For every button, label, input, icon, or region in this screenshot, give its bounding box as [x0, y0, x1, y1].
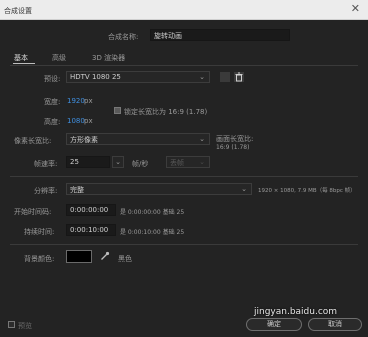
preset-value: HDTV 1080 25 [70, 73, 121, 81]
duration-label: 持续时间: [24, 228, 55, 236]
width-value[interactable]: 1920 [67, 97, 85, 105]
drop-frame-dropdown[interactable]: 丢帧 ⌄ [166, 156, 210, 168]
frame-rate-dropdown[interactable]: ⌄ [112, 156, 124, 168]
bg-color-label: 背景颜色: [24, 255, 55, 263]
frame-rate-value: 25 [70, 158, 79, 166]
close-icon[interactable]: ✕ [351, 3, 360, 15]
pixel-aspect-value: 方形像素 [70, 136, 98, 144]
tab-3d-renderer[interactable]: 3D 渲染器 [92, 53, 125, 63]
duration-value: 0:00:10:00 [70, 226, 109, 234]
resolution-info: 1920 × 1080, 7.9 MB（每 8bpc 帧） [258, 188, 356, 194]
window-title: 合成设置 [4, 7, 32, 15]
frame-rate-input[interactable]: 25 [66, 156, 110, 168]
frame-aspect-label: 画面长宽比: [216, 135, 254, 143]
cancel-button-label: 取消 [328, 320, 342, 328]
width-unit: px [84, 97, 93, 105]
ok-button[interactable]: 确定 [246, 318, 302, 331]
lock-aspect-label: 锁定长宽比为 16:9 (1.78) [124, 108, 208, 116]
height-value[interactable]: 1080 [67, 117, 85, 125]
start-timecode-label: 开始时间码: [14, 208, 52, 216]
pixel-aspect-dropdown[interactable]: 方形像素 ⌄ [66, 133, 210, 145]
cancel-button[interactable]: 取消 [308, 318, 362, 331]
watermark: jingyan.baidu.com [254, 307, 338, 317]
width-label: 宽度: [44, 98, 61, 106]
resolution-dropdown[interactable]: 完整 ⌄ [66, 183, 252, 195]
comp-name-label: 合成名称: [108, 33, 139, 41]
chevron-down-icon: ⌄ [115, 158, 121, 166]
resolution-label: 分辨率: [34, 187, 58, 195]
preset-label: 预设: [44, 75, 61, 83]
delete-preset-icon[interactable] [234, 72, 244, 82]
title-bar: 合成设置 ✕ [0, 0, 368, 20]
resolution-value: 完整 [70, 186, 84, 194]
preview-checkbox[interactable] [8, 321, 15, 328]
section-divider [10, 244, 358, 245]
chevron-down-icon: ⌄ [199, 73, 205, 81]
preview-label: 预览 [18, 322, 32, 330]
eyedropper-icon[interactable] [100, 251, 110, 261]
start-timecode-info: 是 0:00:00:00 基础 25 [120, 209, 185, 216]
preset-dropdown[interactable]: HDTV 1080 25 ⌄ [66, 71, 210, 83]
tab-basic-underline [13, 63, 35, 64]
chevron-down-icon: ⌄ [199, 158, 205, 166]
duration-info: 是 0:00:10:00 基础 25 [120, 229, 185, 236]
pixel-aspect-label: 像素长宽比: [14, 137, 52, 145]
chevron-down-icon: ⌄ [199, 135, 205, 143]
height-label: 高度: [44, 118, 61, 126]
tab-divider [10, 65, 358, 66]
start-timecode-value: 0:00:00:00 [70, 206, 109, 214]
save-preset-icon[interactable] [220, 72, 230, 82]
height-unit: px [84, 117, 93, 125]
ok-button-label: 确定 [267, 320, 281, 328]
bg-color-name: 黑色 [118, 255, 132, 263]
tab-advanced[interactable]: 高级 [52, 53, 66, 63]
duration-input[interactable]: 0:00:10:00 [66, 224, 116, 236]
frame-rate-unit: 帧/秒 [132, 160, 149, 168]
chevron-down-icon: ⌄ [241, 185, 247, 193]
composition-settings-dialog: 合成名称: 旋转动画 基本 高级 3D 渲染器 预设: HDTV 1080 25… [0, 20, 368, 337]
drop-frame-value: 丢帧 [170, 159, 184, 167]
link-checkbox-icon[interactable] [114, 107, 121, 114]
comp-name-input[interactable]: 旋转动画 [150, 29, 290, 41]
start-timecode-input[interactable]: 0:00:00:00 [66, 204, 116, 216]
frame-aspect-value: 16:9 (1.78) [216, 144, 250, 151]
comp-name-value: 旋转动画 [154, 32, 182, 40]
section-divider [10, 176, 358, 177]
tab-basic[interactable]: 基本 [14, 53, 28, 63]
frame-rate-label: 帧速率: [34, 160, 58, 168]
bg-color-swatch[interactable] [66, 250, 92, 263]
